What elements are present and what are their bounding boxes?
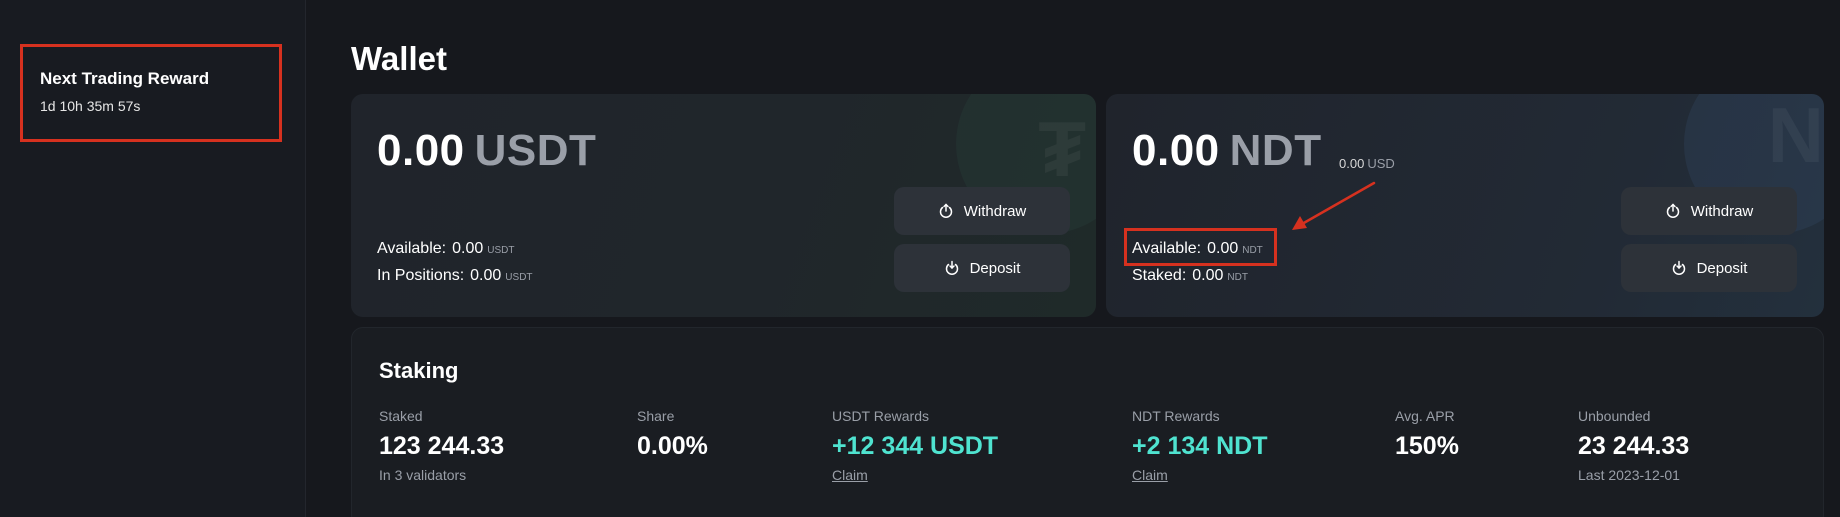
ndt-available-label: Available:	[1132, 240, 1202, 257]
usdt-withdraw-button[interactable]: Withdraw	[894, 187, 1070, 235]
ndt-balance: 0.00 NDT	[1132, 126, 1322, 176]
ndt-withdraw-label: Withdraw	[1690, 202, 1754, 220]
usdt-deposit-label: Deposit	[969, 259, 1021, 277]
usdt-claim-link[interactable]: Claim	[832, 467, 998, 483]
staked-value: 123 244.33	[379, 432, 505, 460]
ndt-usd-amount: 0.00	[1339, 156, 1365, 171]
ndt-claim-link[interactable]: Claim	[1132, 467, 1268, 483]
usdt-positions-label: In Positions:	[377, 267, 465, 284]
page-title: Wallet	[351, 40, 447, 77]
ndt-staked-value: 0.00	[1192, 267, 1224, 284]
usdt-rewards-label: USDT Rewards	[832, 408, 929, 424]
ndt-wallet-card: N 0.00 NDT 0.00 USD Available: 0.00 NDT Stak…	[1106, 94, 1824, 317]
ndt-withdraw-button[interactable]: Withdraw	[1621, 187, 1797, 235]
staking-avg-apr: Avg. APR 150%	[1395, 408, 1459, 461]
tether-logo-icon: ₮	[1038, 105, 1086, 193]
staked-sub: In 3 validators	[379, 467, 467, 483]
usdt-available-label: Available:	[377, 240, 447, 257]
usdt-positions-unit: USDT	[505, 272, 533, 283]
staking-staked: Staked 123 244.33 In 3 validators	[379, 408, 504, 483]
ndt-balance-currency: NDT	[1229, 126, 1322, 175]
ndt-staked: Staked: 0.00 NDT	[1132, 267, 1248, 285]
avg-apr-value: 150%	[1395, 432, 1459, 460]
usdt-rewards-value: +12 344 USDT	[832, 432, 999, 460]
ndt-available-unit: NDT	[1242, 245, 1263, 256]
power-upload-icon	[939, 203, 952, 218]
ndt-staked-unit: NDT	[1227, 272, 1248, 283]
usdt-wallet-card: ₮ 0.00 USDT Available: 0.00 USDT In Positio…	[351, 94, 1096, 317]
usdt-available: Available: 0.00 USDT	[377, 240, 514, 258]
ndt-available: Available: 0.00 NDT	[1132, 240, 1263, 258]
usdt-in-positions: In Positions: 0.00 USDT	[377, 267, 533, 285]
next-trading-reward-card: Next Trading Reward 1d 10h 35m 57s	[20, 44, 282, 142]
power-download-icon	[1672, 260, 1685, 275]
unbounded-value: 23 244.33	[1578, 432, 1690, 460]
ndt-usd-value: 0.00 USD	[1339, 156, 1395, 171]
unbounded-sub: Last 2023-12-01	[1578, 467, 1680, 483]
avg-apr-label: Avg. APR	[1395, 408, 1455, 424]
staking-panel: Staking Staked 123 244.33 In 3 validator…	[351, 327, 1824, 517]
usdt-available-unit: USDT	[487, 245, 515, 256]
reward-countdown: 1d 10h 35m 57s	[40, 98, 141, 114]
power-download-icon	[945, 260, 958, 275]
ndt-staked-label: Staked:	[1132, 267, 1187, 284]
usdt-balance-amount: 0.00	[377, 126, 465, 175]
reward-title: Next Trading Reward	[40, 69, 210, 88]
ndt-usd-label: USD	[1367, 156, 1395, 171]
staking-title: Staking	[379, 358, 459, 383]
staked-label: Staked	[379, 408, 423, 424]
usdt-available-value: 0.00	[452, 240, 484, 257]
ndt-available-value: 0.00	[1207, 240, 1239, 257]
share-value: 0.00%	[637, 432, 708, 460]
staking-share: Share 0.00%	[637, 408, 708, 461]
staking-usdt-rewards: USDT Rewards +12 344 USDT Claim	[832, 408, 998, 483]
ndt-balance-amount: 0.00	[1132, 126, 1220, 175]
usdt-positions-value: 0.00	[470, 267, 502, 284]
ndt-rewards-label: NDT Rewards	[1132, 408, 1220, 424]
staking-ndt-rewards: NDT Rewards +2 134 NDT Claim	[1132, 408, 1268, 483]
ndt-logo-icon: N	[1767, 94, 1824, 179]
ndt-deposit-button[interactable]: Deposit	[1621, 244, 1797, 292]
sidebar: Next Trading Reward 1d 10h 35m 57s	[0, 0, 306, 517]
ndt-deposit-label: Deposit	[1696, 259, 1748, 277]
share-label: Share	[637, 408, 675, 424]
staking-unbounded: Unbounded 23 244.33 Last 2023-12-01	[1578, 408, 1689, 483]
usdt-balance: 0.00 USDT	[377, 126, 596, 176]
usdt-balance-currency: USDT	[474, 126, 597, 175]
power-upload-icon	[1666, 203, 1679, 218]
ndt-rewards-value: +2 134 NDT	[1132, 432, 1268, 460]
usdt-deposit-button[interactable]: Deposit	[894, 244, 1070, 292]
usdt-withdraw-label: Withdraw	[963, 202, 1027, 220]
unbounded-label: Unbounded	[1578, 408, 1651, 424]
